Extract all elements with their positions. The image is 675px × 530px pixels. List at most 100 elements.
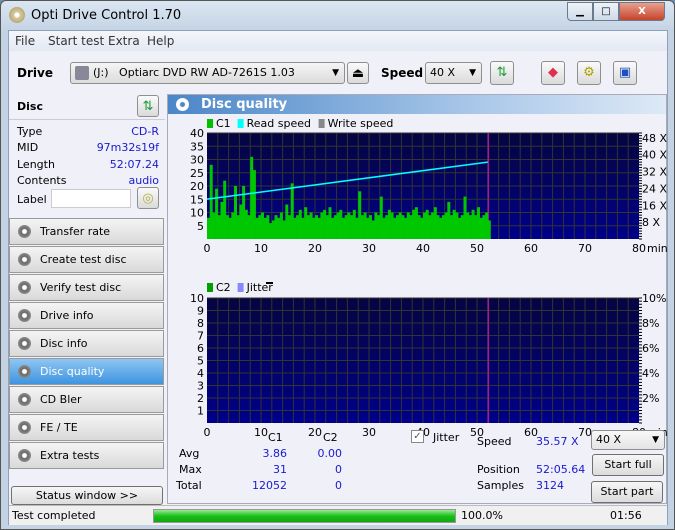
toolbar: Drive (J:) Optiarc DVD RW AD-7261S 1.03 … bbox=[9, 52, 667, 94]
max-c1: 31 bbox=[273, 463, 287, 476]
x-tick-label: 70 bbox=[578, 242, 592, 255]
disc-icon bbox=[18, 449, 31, 462]
disc-icon bbox=[18, 309, 31, 322]
disc-type-row: Type CD-R bbox=[17, 125, 159, 138]
eject-button[interactable]: ⏏ bbox=[347, 62, 369, 84]
save-icon: ▣ bbox=[618, 65, 632, 80]
x-tick-label: 50 bbox=[470, 242, 484, 255]
y2-tick-label: 24 X bbox=[642, 182, 667, 195]
test-speed-select[interactable]: 40 X ▼ bbox=[591, 430, 665, 450]
y-tick-label: 1 bbox=[197, 405, 204, 418]
avg-c1: 3.86 bbox=[262, 447, 288, 460]
y-tick-label: 6 bbox=[197, 342, 204, 355]
c1-bar bbox=[463, 196, 467, 239]
nav-disc-info[interactable]: Disc info bbox=[9, 330, 164, 357]
disc-contents-row: Contents audio bbox=[17, 174, 159, 187]
close-button[interactable]: X bbox=[619, 2, 665, 21]
y-tick-label: 5 bbox=[197, 220, 204, 233]
c1-bar bbox=[315, 215, 318, 239]
c1-bar bbox=[309, 212, 313, 239]
c1-bar bbox=[207, 217, 210, 239]
c1-bar bbox=[409, 215, 413, 239]
disc-refresh-button[interactable]: ⇅ bbox=[137, 95, 159, 117]
speed-select[interactable]: 40 X ▼ bbox=[425, 62, 482, 84]
x-tick-label: 0 bbox=[204, 426, 211, 439]
nav-cd-bler[interactable]: CD Bler bbox=[9, 386, 164, 413]
c1-bar bbox=[436, 215, 440, 239]
maximize-button[interactable]: □ bbox=[593, 2, 619, 21]
c1-bar bbox=[420, 217, 424, 239]
c1-bar bbox=[401, 215, 405, 239]
jitter-checkbox[interactable]: ✓ bbox=[411, 430, 424, 443]
start-part-button[interactable]: Start part bbox=[591, 481, 663, 503]
nav-label: Disc quality bbox=[40, 365, 105, 378]
disc-icon bbox=[18, 421, 31, 434]
y-tick-label: 5 bbox=[197, 355, 204, 368]
c1-bar bbox=[458, 217, 462, 239]
length-label: Length bbox=[17, 158, 55, 171]
avg-c2: 0.00 bbox=[317, 447, 343, 460]
minimize-button[interactable]: ▁ bbox=[567, 2, 593, 21]
c1-bar bbox=[374, 212, 378, 239]
refresh-button[interactable]: ⇅ bbox=[490, 61, 514, 85]
menu-file[interactable]: File bbox=[15, 34, 35, 48]
c1-bar bbox=[455, 212, 459, 239]
nav-create-test-disc[interactable]: Create test disc bbox=[9, 246, 164, 273]
disc-mid-row: MID 97m32s19f bbox=[17, 141, 159, 154]
c1-bar bbox=[271, 220, 275, 239]
c1-bar bbox=[366, 217, 370, 239]
c1-bar bbox=[485, 212, 489, 239]
c1-bar bbox=[460, 215, 464, 239]
y2-tick-label: 6% bbox=[642, 342, 659, 355]
type-label: Type bbox=[17, 125, 43, 138]
save-button[interactable]: ▣ bbox=[613, 61, 637, 85]
menu-extra[interactable]: Extra bbox=[108, 34, 140, 48]
progress-text: 100.0% bbox=[461, 509, 503, 522]
disc-label-button[interactable]: ◎ bbox=[137, 187, 159, 209]
menu-start-test[interactable]: Start test bbox=[48, 34, 104, 48]
y2-tick-label: 16 X bbox=[642, 199, 667, 212]
y-tick-label: 30 bbox=[190, 154, 204, 167]
c1-bar bbox=[360, 215, 364, 239]
position-value: 52:05.64 bbox=[536, 463, 586, 476]
c1-bar bbox=[377, 215, 381, 239]
nav-fe-te[interactable]: FE / TE bbox=[9, 414, 164, 441]
nav-verify-test-disc[interactable]: Verify test disc bbox=[9, 274, 164, 301]
y-tick-label: 8 bbox=[197, 317, 204, 330]
nav-extra-tests[interactable]: Extra tests bbox=[9, 442, 164, 469]
c1-bar bbox=[317, 217, 321, 239]
nav-drive-info[interactable]: Drive info bbox=[9, 302, 164, 329]
drive-select[interactable]: (J:) Optiarc DVD RW AD-7261S 1.03 ▼ bbox=[70, 62, 345, 84]
chevron-down-icon: ▼ bbox=[332, 68, 339, 78]
c1-bar bbox=[390, 212, 394, 239]
gear-icon: ⚙ bbox=[583, 65, 595, 80]
start-full-button[interactable]: Start full bbox=[592, 454, 664, 476]
chevron-down-icon: ▼ bbox=[652, 435, 659, 445]
settings-button[interactable]: ⚙ bbox=[577, 61, 601, 85]
samples-value: 3124 bbox=[536, 479, 564, 492]
menu-help[interactable]: Help bbox=[147, 34, 174, 48]
c1-bar bbox=[234, 186, 237, 239]
c1-bar bbox=[452, 209, 456, 239]
mid-label: MID bbox=[17, 141, 39, 154]
samples-label: Samples bbox=[477, 479, 524, 492]
x-tick-label: 20 bbox=[308, 426, 322, 439]
c1-bar bbox=[266, 215, 270, 239]
status-window-button[interactable]: Status window >> bbox=[11, 486, 163, 505]
c1-bar bbox=[339, 209, 343, 239]
c1-bar bbox=[382, 217, 386, 239]
y-tick-label: 40 bbox=[190, 127, 204, 140]
c1-bar bbox=[342, 217, 345, 239]
client-area: File Start test Extra Help Drive (J:) Op… bbox=[8, 30, 668, 525]
y2-tick-label: 4% bbox=[642, 367, 659, 380]
avg-label: Avg bbox=[179, 447, 200, 460]
erase-button[interactable]: ◆ bbox=[541, 61, 565, 85]
disc-label-input[interactable] bbox=[51, 189, 131, 208]
c1-bar bbox=[479, 217, 483, 239]
disc-icon bbox=[18, 253, 31, 266]
nav-transfer-rate[interactable]: Transfer rate bbox=[9, 218, 164, 245]
nav-disc-quality[interactable]: Disc quality bbox=[9, 358, 164, 385]
y-tick-label: 15 bbox=[190, 193, 204, 206]
refresh-icon: ⇅ bbox=[496, 65, 508, 80]
window-title: Opti Drive Control 1.70 bbox=[31, 8, 182, 23]
